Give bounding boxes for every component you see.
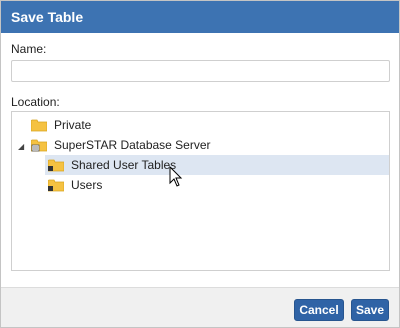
name-label: Name: xyxy=(11,42,47,56)
collapse-triangle-icon[interactable]: ◢ xyxy=(18,142,24,151)
folder-icon xyxy=(30,119,48,132)
location-tree[interactable]: Private ◢ SuperSTAR Database Server Shar… xyxy=(11,111,390,271)
server-folder-icon xyxy=(30,139,48,152)
tree-node-users[interactable]: Users xyxy=(47,175,348,195)
tree-node-server[interactable]: SuperSTAR Database Server xyxy=(30,135,371,155)
shared-folder-icon xyxy=(47,159,65,172)
dialog-title: Save Table xyxy=(1,1,399,33)
tree-node-shared-user-tables[interactable]: Shared User Tables xyxy=(45,155,389,175)
location-label: Location: xyxy=(11,95,60,109)
mouse-pointer-icon xyxy=(169,166,183,187)
cancel-button[interactable]: Cancel xyxy=(294,299,344,321)
tree-node-label: Private xyxy=(54,118,92,132)
tree-node-private[interactable]: Private xyxy=(30,115,331,135)
tree-node-label: SuperSTAR Database Server xyxy=(54,138,211,152)
tree-node-label: Users xyxy=(71,178,103,192)
shared-folder-icon xyxy=(47,179,65,192)
save-button[interactable]: Save xyxy=(351,299,389,321)
tree-node-label: Shared User Tables xyxy=(71,158,177,172)
name-input[interactable] xyxy=(11,60,390,82)
dialog-footer: Cancel Save xyxy=(1,287,399,327)
save-table-dialog: Save Table Name: Location: Private ◢ Sup… xyxy=(0,0,400,328)
